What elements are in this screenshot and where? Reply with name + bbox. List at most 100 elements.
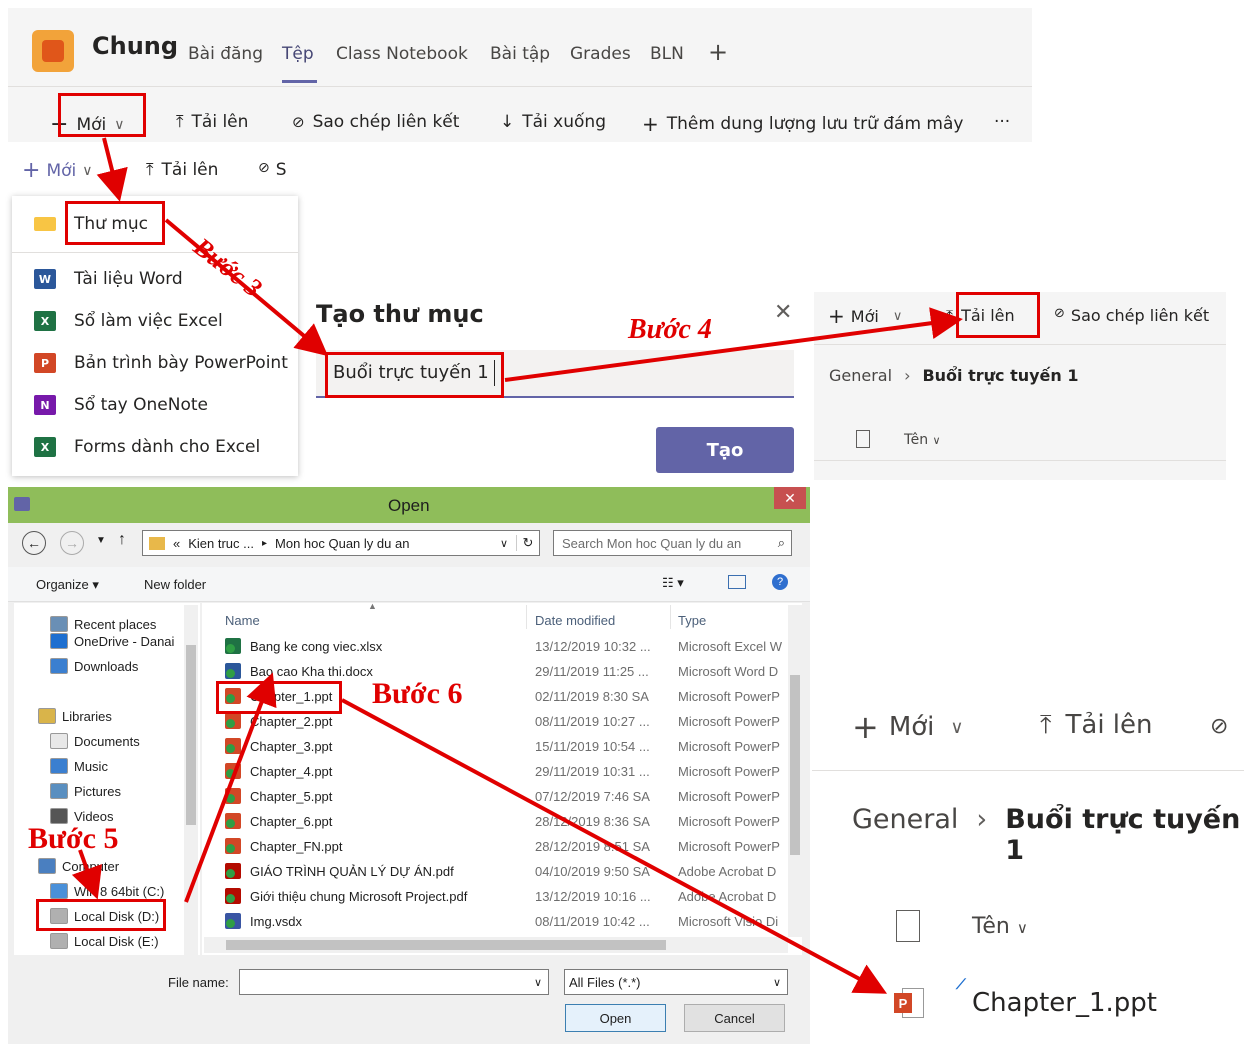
breadcrumb-root[interactable]: General	[852, 804, 958, 866]
sync-check-icon	[226, 894, 235, 903]
small-upload-button[interactable]: ⤒ Tải lên	[146, 160, 218, 180]
fvl-link-icon[interactable]: ⊘	[1210, 714, 1228, 739]
tab-grades[interactable]: Grades	[570, 44, 631, 64]
path-overflow[interactable]: «	[173, 536, 180, 551]
recent-dropdown-icon[interactable]: ▼	[96, 535, 106, 546]
nav-item-icon	[50, 883, 68, 899]
add-tab-icon[interactable]: +	[708, 38, 728, 66]
table-row[interactable]: Img.vsdx 08/11/2019 10:42 ... Microsoft Vi…	[225, 909, 790, 934]
more-options-icon[interactable]: ···	[994, 112, 1010, 132]
preview-pane-icon[interactable]	[728, 575, 746, 589]
folder-icon	[149, 536, 165, 550]
nav-item[interactable]: Recent places	[50, 616, 156, 632]
download-button[interactable]: ↓ Tải xuống	[500, 112, 606, 132]
create-button[interactable]: Tạo	[656, 427, 794, 473]
fv-copy-link-label: Sao chép liên kết	[1070, 306, 1210, 325]
nav-item[interactable]: Documents	[50, 733, 140, 749]
copy-link-label: Sao chép liên kết	[312, 112, 460, 132]
table-row[interactable]: Chapter_6.ppt 28/12/2019 8:36 SA Microsoft…	[225, 809, 790, 834]
nav-item-label: Documents	[74, 733, 140, 749]
menu-item-onenote[interactable]: N Sổ tay OneNote	[12, 385, 298, 425]
nav-item[interactable]: Downloads	[50, 658, 138, 674]
nav-item[interactable]: Local Disk (E:)	[50, 933, 159, 949]
file-list-hscrollbar[interactable]	[204, 937, 788, 953]
nav-item-icon	[50, 658, 68, 674]
menu-item-excel[interactable]: X Sổ làm việc Excel	[12, 301, 298, 341]
menu-item-forms-excel[interactable]: X Forms dành cho Excel	[12, 427, 298, 467]
plus-icon: +	[828, 304, 845, 328]
chevron-down-icon[interactable]: ∨	[534, 976, 542, 989]
nav-item-label: Music	[74, 758, 108, 774]
file-type: Adobe Acrobat D	[678, 864, 777, 879]
menu-item-powerpoint[interactable]: P Bản trình bày PowerPoint	[12, 343, 298, 383]
upload-button[interactable]: ⤒ Tải lên	[176, 112, 248, 132]
refresh-icon[interactable]: ↻	[516, 535, 539, 551]
fv-new-button[interactable]: + Mới ∨	[828, 304, 902, 328]
fvl-new-button[interactable]: + Mới ∨	[852, 708, 964, 746]
table-row[interactable]: GIÁO TRÌNH QUẢN LÝ DỰ ÁN.pdf 04/10/2019 9…	[225, 859, 790, 884]
help-icon[interactable]: ?	[772, 574, 788, 590]
column-header-date[interactable]: Date modified	[535, 613, 615, 628]
add-cloud-storage-button[interactable]: + Thêm dung lượng lưu trữ đám mây	[642, 112, 963, 136]
fvl-name-header[interactable]: Tên ∨	[972, 914, 1028, 939]
path-segment[interactable]: Kien truc ...	[188, 536, 254, 551]
search-input[interactable]: Search Mon hoc Quan ly du an ⌕	[553, 530, 792, 556]
nav-scrollbar[interactable]	[184, 605, 198, 955]
breadcrumb-root[interactable]: General	[829, 366, 892, 385]
table-row[interactable]: Chapter_5.ppt 07/12/2019 7:46 SA Microsoft…	[225, 784, 790, 809]
chevron-down-icon: ∨	[1016, 919, 1028, 937]
close-icon[interactable]: ✕	[774, 300, 792, 325]
path-segment[interactable]: Mon hoc Quan ly du an	[275, 536, 409, 551]
nav-item[interactable]: Libraries	[38, 708, 112, 724]
file-name: GIÁO TRÌNH QUẢN LÝ DỰ ÁN.pdf	[250, 864, 454, 879]
file-list-vscrollbar[interactable]	[788, 605, 802, 937]
table-row[interactable]: Bang ke cong viec.xlsx 13/12/2019 10:32 .…	[225, 634, 790, 659]
chevron-down-icon: ∨	[892, 308, 903, 324]
column-divider	[526, 605, 527, 629]
tab-posts[interactable]: Bài đăng	[188, 44, 263, 64]
table-row[interactable]: Chapter_FN.ppt 28/12/2019 8:51 SA Microsof…	[225, 834, 790, 859]
nav-item[interactable]: Win 8 64bit (C:)	[50, 883, 164, 899]
nav-item[interactable]: Music	[50, 758, 108, 774]
forms-excel-icon: X	[34, 437, 56, 457]
small-new-button[interactable]: + Mới ∨	[22, 158, 92, 183]
small-copy-link-button[interactable]: ⊘ S	[258, 160, 287, 180]
tab-bln[interactable]: BLN	[650, 44, 684, 64]
nav-item[interactable]: Pictures	[50, 783, 121, 799]
organize-button[interactable]: Organize ▾	[36, 577, 99, 593]
column-header-name[interactable]: Name	[225, 613, 260, 628]
tab-files[interactable]: Tệp	[282, 44, 314, 64]
menu-item-label: Bản trình bày PowerPoint	[74, 353, 288, 373]
view-options-icon[interactable]: ☷ ▾	[662, 575, 684, 591]
open-button[interactable]: Open	[565, 1004, 666, 1032]
nav-item[interactable]: Computer	[38, 858, 119, 874]
chevron-down-icon[interactable]: ∨	[500, 537, 508, 550]
column-header-type[interactable]: Type	[678, 613, 706, 628]
close-icon[interactable]: ✕	[774, 487, 806, 509]
up-icon[interactable]: ↑	[118, 531, 126, 549]
copy-link-button[interactable]: ⊘ Sao chép liên kết	[292, 112, 459, 132]
fv-name-header[interactable]: Tên ∨	[904, 432, 941, 448]
nav-item[interactable]: OneDrive - Danai	[50, 633, 174, 649]
highlight-new-button	[58, 93, 146, 137]
address-bar[interactable]: « Kien truc ... ▸ Mon hoc Quan ly du an …	[142, 530, 540, 556]
cancel-button[interactable]: Cancel	[684, 1004, 785, 1032]
table-row[interactable]: Chapter_4.ppt 29/11/2019 10:31 ... Microso…	[225, 759, 790, 784]
forward-icon[interactable]: →	[60, 531, 84, 555]
nav-item-label: Computer	[62, 858, 120, 874]
back-icon[interactable]: ←	[22, 531, 46, 555]
file-type-select[interactable]: All Files (*.*) ∨	[564, 969, 788, 995]
fv-copy-link-button[interactable]: ⊘ Sao chép liên kết	[1054, 306, 1209, 325]
table-row[interactable]: Giới thiệu chung Microsoft Project.pdf 13…	[225, 884, 790, 909]
fvl-file-name[interactable]: Chapter_1.ppt	[972, 988, 1157, 1018]
new-folder-button[interactable]: New folder	[144, 577, 206, 592]
table-row[interactable]: Chapter_3.ppt 15/11/2019 10:54 ... Microso…	[225, 734, 790, 759]
small-copy-partial: S	[275, 160, 287, 180]
file-type: Microsoft PowerP	[678, 714, 780, 729]
fvl-upload-button[interactable]: ⤒ Tải lên	[1040, 710, 1153, 741]
tab-class-notebook[interactable]: Class Notebook	[336, 44, 468, 64]
fv-header-divider	[814, 460, 1226, 461]
menu-item-label: Tài liệu Word	[74, 269, 183, 289]
file-name-input[interactable]: ∨	[239, 969, 549, 995]
tab-assignments[interactable]: Bài tập	[490, 44, 550, 64]
